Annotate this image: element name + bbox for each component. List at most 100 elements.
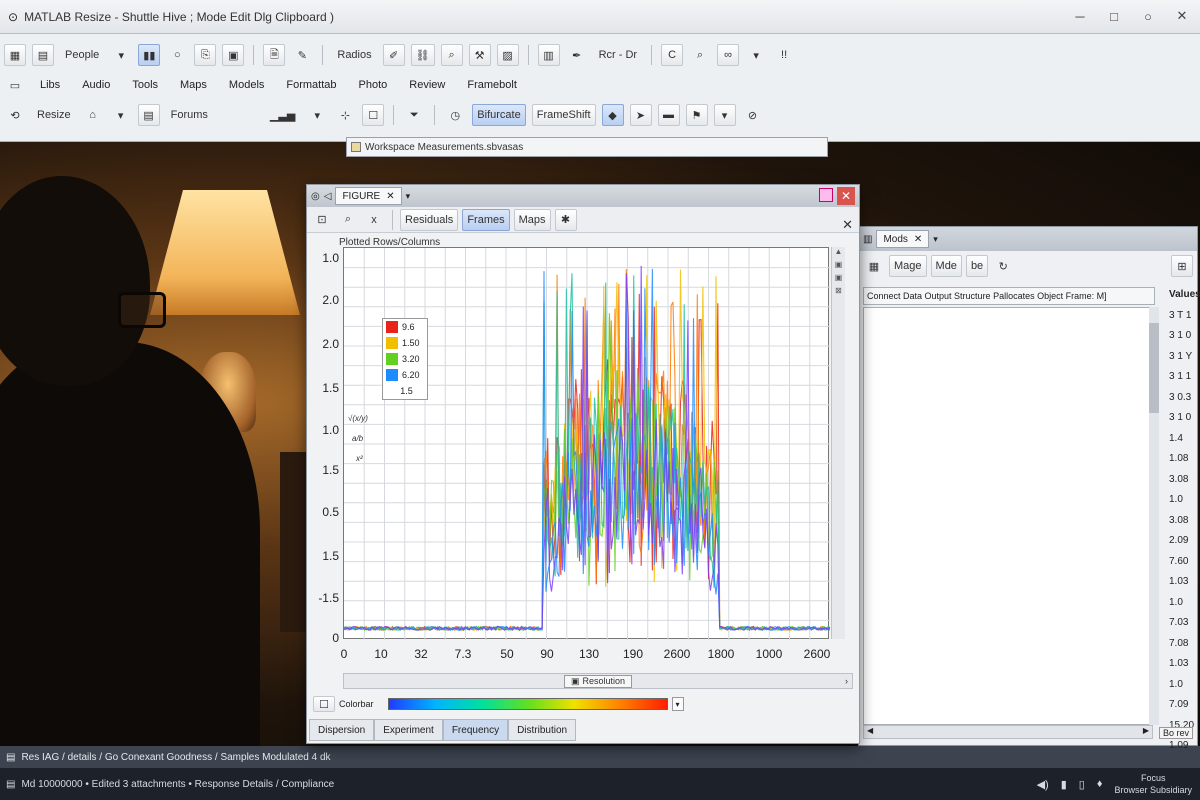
menu-item-photo[interactable]: Photo (351, 79, 396, 91)
dropdown-icon[interactable]: ▾ (110, 44, 132, 66)
home-icon[interactable]: ⌂ (82, 104, 104, 126)
figure-tab[interactable]: FIGURE ✕ (335, 187, 402, 205)
brush-icon[interactable]: ✐ (382, 44, 405, 66)
panel-option-icon[interactable]: ⊞ (1171, 255, 1193, 277)
mde-button[interactable]: Mde (930, 255, 962, 277)
scroll-left-icon[interactable]: ◀ (867, 726, 873, 738)
close-icon[interactable]: ✕ (1170, 4, 1194, 28)
radios-button[interactable]: Radios (332, 44, 376, 66)
tag-icon[interactable]: ⚑ (685, 104, 708, 126)
forums-button[interactable]: Forums (166, 104, 213, 126)
colormap-bar[interactable] (387, 698, 668, 710)
battery-icon[interactable]: ▮ (1061, 778, 1067, 791)
tab-frequency[interactable]: Frequency (442, 719, 509, 741)
figure-back-icon[interactable]: ◁ (324, 191, 332, 202)
network-icon[interactable]: ⊹ (334, 104, 356, 126)
minimize-icon[interactable]: ─ (1068, 4, 1092, 28)
menu-item-formattab[interactable]: Formattab (278, 79, 344, 91)
chart-icon[interactable]: ▮▮ (138, 44, 161, 66)
clock[interactable]: Focus Browser Subsidiary (1114, 772, 1192, 796)
scroll-tool-icon[interactable]: ▣ (832, 260, 845, 269)
people-button[interactable]: People (60, 44, 104, 66)
frameshift-button[interactable]: FrameShift (531, 104, 596, 126)
panel-menu-icon[interactable]: ▥ (863, 234, 872, 245)
chevron-down-icon[interactable]: ▾ (110, 104, 132, 126)
right-panel-list[interactable] (863, 307, 1157, 725)
checkbox-icon[interactable]: ☐ (362, 104, 385, 126)
pin-button[interactable]: !! (773, 44, 795, 66)
taskbar-icon[interactable]: ▤ (6, 779, 15, 790)
figure-minimize-icon[interactable] (819, 188, 833, 202)
maps-button[interactable]: Maps (513, 208, 551, 231)
chevron-down-icon[interactable]: ▾ (713, 104, 736, 126)
restore-icon[interactable]: ○ (1136, 4, 1160, 28)
scroll-thumb[interactable] (1149, 323, 1159, 413)
menu-item-tools[interactable]: Tools (124, 79, 166, 91)
menu-item-review[interactable]: Review (401, 79, 453, 91)
be-button[interactable]: be (965, 255, 989, 277)
scroll-thumb[interactable]: ▣ Resolution (563, 674, 633, 688)
chevron-down-icon[interactable]: ▾ (306, 104, 328, 126)
tab-close-icon[interactable]: ✕ (386, 191, 394, 202)
save-icon[interactable]: ▥ (537, 44, 560, 66)
tab-dispersion[interactable]: Dispersion (309, 719, 375, 741)
refresh-icon[interactable]: ↻ (992, 255, 1014, 277)
menu-item-models[interactable]: Models (221, 79, 272, 91)
tab-close-icon[interactable]: ✕ (914, 234, 922, 245)
tab-distribution[interactable]: Distribution (508, 719, 577, 741)
menu-item-maps[interactable]: Maps (172, 79, 215, 91)
edit-icon[interactable]: ✎ (291, 44, 313, 66)
right-panel-path[interactable]: Connect Data Output Structure Pallocates… (863, 287, 1155, 305)
grid-icon[interactable]: ▦ (4, 44, 26, 66)
chevron-down-icon[interactable]: ▾ (671, 697, 684, 711)
figure-panel-close-icon[interactable]: ✕ (842, 217, 853, 233)
pin-icon[interactable]: ✱ (554, 208, 577, 231)
pen-icon[interactable]: ✒ (566, 44, 588, 66)
tools-icon[interactable]: ⚒ (468, 44, 491, 66)
figure-close-icon[interactable]: ✕ (837, 187, 855, 205)
zoom-icon[interactable]: ⌕ (337, 209, 359, 231)
maximize-icon[interactable]: □ (1102, 4, 1126, 28)
paste-icon[interactable]: ⎘ (194, 44, 217, 66)
tab-dropdown-icon[interactable]: ▾ (406, 191, 411, 202)
scroll-tool-icon[interactable]: ▣ (832, 273, 845, 282)
bar-chart-icon[interactable]: ▁▃▅ (265, 104, 300, 126)
tab-dropdown-icon[interactable]: ▾ (933, 234, 938, 245)
volume-icon[interactable]: ◀) (1037, 778, 1049, 791)
range-button[interactable]: Rcr - Dr (594, 44, 643, 66)
menu-item-audio[interactable]: Audio (74, 79, 118, 91)
residuals-button[interactable]: Residuals (400, 208, 459, 231)
chevron-down-icon[interactable]: ▾ (745, 44, 767, 66)
right-panel-hscroll[interactable]: ◀ ▶ (863, 725, 1153, 739)
close-x-icon[interactable]: x (363, 209, 385, 231)
plot-horizontal-scrollbar[interactable]: ▣ Resolution › (343, 673, 853, 689)
colormap-checkbox-icon[interactable]: ☐ (313, 696, 335, 712)
frames-button[interactable]: Frames (462, 208, 510, 231)
scroll-up-icon[interactable]: ▲ (832, 247, 845, 256)
loop-icon[interactable]: ∞ (717, 44, 740, 66)
bo-rev-button[interactable]: Bo rev (1158, 727, 1193, 739)
plot-vertical-scrollbar[interactable]: ▲ ▣ ▣ ⊠ (831, 247, 845, 639)
select-icon[interactable]: ⊡ (311, 209, 333, 231)
menu-item-framebolt[interactable]: Framebolt (459, 79, 525, 91)
document-icon[interactable]: 🗎 (263, 44, 286, 66)
right-panel-tab[interactable]: Mods ✕ (876, 230, 930, 248)
panel-icon[interactable]: ▤ (137, 104, 160, 126)
right-panel-scrollbar[interactable] (1149, 307, 1159, 725)
window-icon[interactable]: ▭ (4, 74, 26, 96)
link-icon[interactable]: ⛓ (410, 44, 435, 66)
grid-icon[interactable]: ▦ (863, 255, 885, 277)
shapes-icon[interactable]: ◆ (601, 104, 624, 126)
image-icon[interactable]: ▨ (496, 44, 519, 66)
folder-icon[interactable]: ▤ (32, 44, 54, 66)
scroll-right-icon[interactable]: › (845, 676, 848, 686)
mage-button[interactable]: Mage (889, 255, 927, 277)
clipboard-icon[interactable]: ▣ (222, 44, 245, 66)
timer-icon[interactable]: ⊘ (742, 104, 764, 126)
filter-icon[interactable]: ⏷ (403, 104, 425, 126)
magnify-icon[interactable]: ⌕ (440, 44, 463, 66)
plot-area[interactable]: 9.6 1.50 3.20 6.20 1.5 √(x/y) a/b x² (343, 247, 830, 640)
menu-item-libs[interactable]: Libs (32, 79, 68, 91)
display-icon[interactable]: ▯ (1079, 778, 1085, 791)
arrow-icon[interactable]: ➤ (629, 104, 652, 126)
